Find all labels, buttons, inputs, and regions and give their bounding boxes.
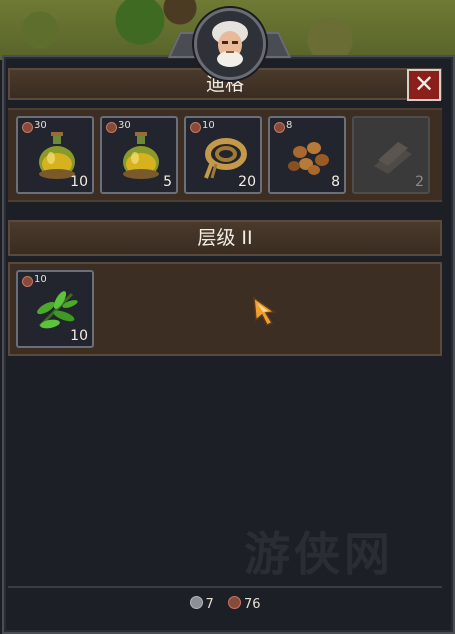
item-quantity: 20	[238, 174, 256, 190]
item-quantity: 8	[331, 174, 340, 190]
item-quantity: 2	[415, 174, 424, 190]
copper-coin-icon	[227, 596, 241, 609]
item-slot-oil-flask-1[interactable]: 30 10	[16, 116, 94, 194]
watermark: 游侠网	[244, 527, 394, 581]
item-quantity: 5	[163, 174, 172, 190]
item-slot-oil-flask-2[interactable]: 30 5	[100, 116, 178, 194]
item-price: 10	[22, 274, 47, 287]
mouse-cursor-icon	[253, 296, 277, 326]
item-slot-wood-unavailable: 2	[352, 116, 430, 194]
currency-bar: 7 76	[8, 586, 442, 624]
close-button[interactable]: ✕	[407, 69, 441, 101]
item-quantity: 10	[70, 328, 88, 344]
tier-label: 层级 II	[197, 227, 253, 249]
silver-amount: 7	[205, 597, 214, 612]
tier-header: 层级 II	[8, 220, 442, 256]
wood-planks-icon	[374, 142, 412, 174]
close-icon: ✕	[413, 70, 435, 98]
copper-amount: 76	[243, 597, 261, 612]
item-slot-herb[interactable]: 10 10	[16, 270, 94, 348]
item-price: 8	[274, 120, 292, 133]
item-price: 10	[190, 120, 215, 133]
silver-coin-icon	[189, 596, 203, 609]
merchant-portrait	[194, 8, 266, 80]
item-quantity: 10	[70, 174, 88, 190]
tier-item-row: 10 10	[8, 262, 442, 356]
nuts-icon	[288, 142, 329, 175]
item-price: 30	[106, 120, 131, 133]
old-man-face-icon	[212, 21, 248, 67]
item-slot-rope[interactable]: 10 20	[184, 116, 262, 194]
item-slot-nuts[interactable]: 8 8	[268, 116, 346, 194]
oil-flask-icon	[123, 132, 159, 179]
inventory-row: 30 10 30 5 10 20 8 8 2	[8, 108, 442, 202]
item-price: 30	[22, 120, 47, 133]
